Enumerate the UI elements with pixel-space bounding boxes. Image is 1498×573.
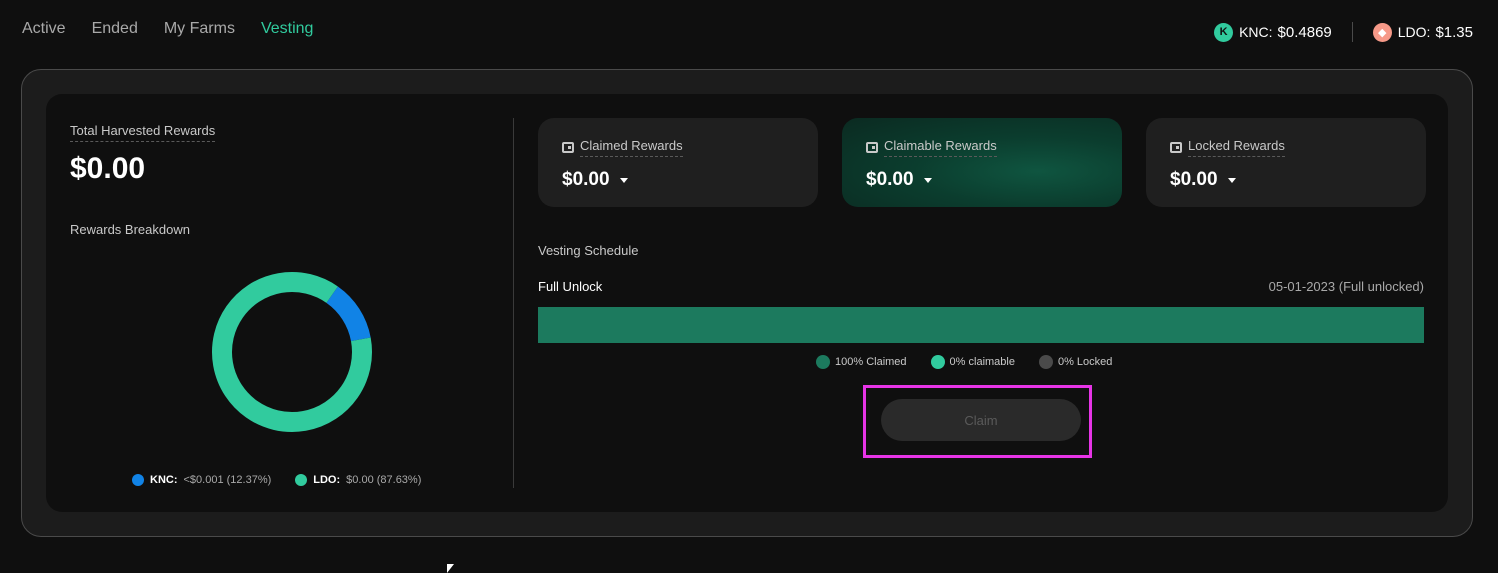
- locked-rewards-dropdown[interactable]: $0.00: [1170, 169, 1402, 191]
- vesting-panel: Total Harvested Rewards $0.00 Rewards Br…: [21, 69, 1473, 537]
- vesting-legend: 100% Claimed 0% claimable 0% Locked: [816, 355, 1112, 369]
- donut-segment-ldo: [212, 272, 372, 432]
- claimed-dot: [816, 355, 830, 369]
- token-prices: K KNC: $0.4869 ◆ LDO: $1.35: [1214, 22, 1473, 42]
- ldo-legend-amount: $0.00 (87.63%): [346, 474, 422, 486]
- legend-claimed: 100% Claimed: [816, 355, 907, 369]
- claimed-rewards-label: Claimed Rewards: [580, 138, 683, 157]
- legend-claimable-text: 0% claimable: [949, 356, 1015, 368]
- knc-legend-symbol: KNC:: [150, 474, 178, 486]
- mouse-cursor: [447, 564, 454, 573]
- rewards-donut-chart: [212, 272, 372, 432]
- vesting-progress-fill: [538, 307, 1424, 343]
- legend-claimed-text: 100% Claimed: [835, 356, 907, 368]
- locked-rewards-label: Locked Rewards: [1188, 138, 1285, 157]
- donut-segments: [212, 272, 372, 432]
- reward-cards: Claimed Rewards $0.00 Claimable Rewards …: [538, 118, 1426, 207]
- claimed-rewards-card: Claimed Rewards $0.00: [538, 118, 818, 207]
- locked-rewards-card: Locked Rewards $0.00: [1146, 118, 1426, 207]
- panel-divider: [513, 118, 514, 488]
- knc-price: K KNC: $0.4869: [1214, 22, 1332, 42]
- legend-locked-text: 0% Locked: [1057, 356, 1113, 368]
- chevron-down-icon[interactable]: [923, 177, 932, 183]
- claimed-rewards-value: $0.00: [562, 169, 610, 190]
- tab-vesting[interactable]: Vesting: [261, 20, 313, 38]
- unlock-date: 05-01-2023 (Full unlocked): [1268, 279, 1424, 294]
- legend-item-ldo: LDO: $0.00 (87.63%): [295, 474, 421, 486]
- chevron-down-icon[interactable]: [1227, 177, 1236, 183]
- claimable-rewards-label: Claimable Rewards: [884, 138, 997, 157]
- ldo-token-icon: ◆: [1372, 22, 1392, 42]
- total-harvested-label: Total Harvested Rewards: [70, 123, 216, 142]
- wallet-icon: [562, 142, 574, 153]
- donut-segment-knc: [212, 272, 372, 432]
- knc-legend-dot: [132, 474, 144, 486]
- claimable-dot: [930, 355, 945, 369]
- claimable-rewards-value: $0.00: [866, 169, 914, 190]
- claimable-rewards-dropdown[interactable]: $0.00: [866, 169, 1098, 191]
- vesting-schedule-label: Vesting Schedule: [538, 243, 639, 258]
- total-harvested-value: $0.00: [70, 152, 146, 185]
- locked-dot: [1038, 355, 1053, 369]
- ldo-price-value: $1.35: [1435, 23, 1473, 41]
- tab-my-farms[interactable]: My Farms: [164, 20, 235, 38]
- legend-claimable: 0% claimable: [930, 355, 1015, 369]
- rewards-breakdown-label: Rewards Breakdown: [70, 222, 190, 237]
- claimable-rewards-card: Claimable Rewards $0.00: [842, 118, 1122, 207]
- ldo-legend-symbol: LDO:: [313, 474, 341, 486]
- vesting-panel-inner: Total Harvested Rewards $0.00 Rewards Br…: [46, 94, 1448, 512]
- claimed-rewards-dropdown[interactable]: $0.00: [562, 169, 794, 191]
- chevron-down-icon[interactable]: [619, 177, 628, 183]
- legend-locked: 0% Locked: [1038, 355, 1113, 369]
- ldo-price: ◆ LDO: $1.35: [1372, 22, 1473, 42]
- tab-ended[interactable]: Ended: [92, 20, 138, 38]
- wallet-icon: [1170, 142, 1182, 153]
- claim-button[interactable]: Claim: [881, 399, 1081, 441]
- tab-active[interactable]: Active: [22, 20, 66, 38]
- ldo-legend-dot: [295, 474, 308, 486]
- knc-token-icon: K: [1214, 22, 1234, 42]
- knc-price-value: $0.4869: [1277, 23, 1332, 41]
- full-unlock-label: Full Unlock: [538, 279, 603, 294]
- breakdown-legend: KNC: <$0.001 (12.37%) LDO: $0.00 (87.63%…: [132, 474, 421, 486]
- ldo-price-label: LDO:: [1397, 24, 1431, 40]
- knc-legend-amount: <$0.001 (12.37%): [183, 474, 272, 486]
- farm-tabs: Active Ended My Farms Vesting: [22, 20, 313, 38]
- wallet-icon: [866, 142, 878, 153]
- vesting-progress-bar: [538, 307, 1424, 343]
- rewards-summary: Total Harvested Rewards $0.00 Rewards Br…: [70, 94, 490, 512]
- price-divider: [1351, 22, 1353, 42]
- legend-item-knc: KNC: <$0.001 (12.37%): [132, 474, 271, 486]
- knc-price-label: KNC:: [1239, 24, 1273, 40]
- locked-rewards-value: $0.00: [1170, 169, 1218, 190]
